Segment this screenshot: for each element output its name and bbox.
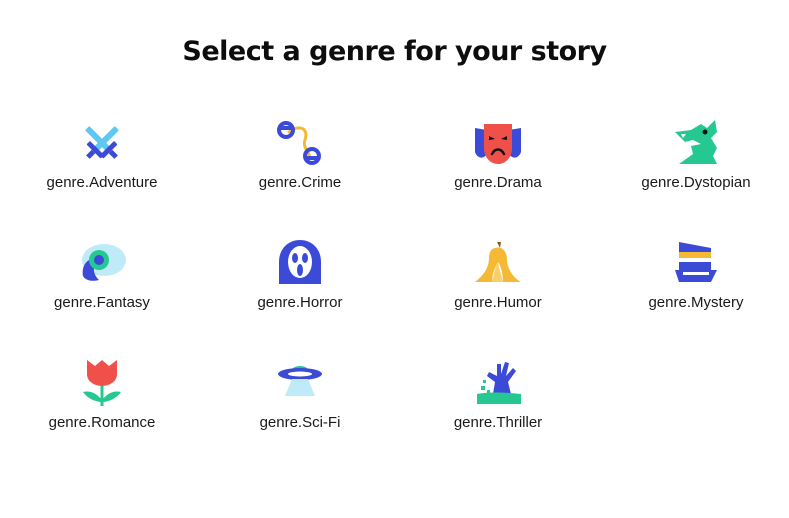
genre-option-thriller[interactable]: genre.Thriller xyxy=(418,358,578,446)
eye-orb-icon xyxy=(77,238,127,288)
page-title: Select a genre for your story xyxy=(182,36,607,67)
genre-option-dystopian[interactable]: genre.Dystopian xyxy=(616,118,776,206)
banana-peel-icon xyxy=(473,238,523,288)
genre-label: genre.Crime xyxy=(258,174,342,191)
dragon-head-icon xyxy=(671,118,721,168)
genre-label: genre.Adventure xyxy=(46,174,158,191)
zombie-hand-icon xyxy=(473,358,523,408)
genre-label: genre.Sci-Fi xyxy=(259,414,341,431)
genre-label: genre.Drama xyxy=(454,174,542,191)
genre-option-mystery[interactable]: genre.Mystery xyxy=(616,238,776,326)
genre-option-sci-fi[interactable]: genre.Sci-Fi xyxy=(220,358,380,446)
drama-mask-icon xyxy=(473,118,523,168)
genre-label: genre.Fantasy xyxy=(54,294,150,311)
genre-option-humor[interactable]: genre.Humor xyxy=(418,238,578,326)
ufo-icon xyxy=(275,358,325,408)
genre-label: genre.Romance xyxy=(48,414,156,431)
genre-option-fantasy[interactable]: genre.Fantasy xyxy=(22,238,182,326)
genre-label: genre.Thriller xyxy=(453,414,543,431)
genre-option-romance[interactable]: genre.Romance xyxy=(22,358,182,446)
genre-option-crime[interactable]: genre.Crime xyxy=(220,118,380,206)
genre-option-adventure[interactable]: genre.Adventure xyxy=(22,118,182,206)
genre-label: genre.Mystery xyxy=(648,294,744,311)
crossed-swords-icon xyxy=(77,118,127,168)
ghost-mask-icon xyxy=(275,238,325,288)
genre-option-drama[interactable]: genre.Drama xyxy=(418,118,578,206)
detective-hat-icon xyxy=(671,238,721,288)
genre-label: genre.Horror xyxy=(257,294,343,311)
genre-option-horror[interactable]: genre.Horror xyxy=(220,238,380,326)
genre-label: genre.Humor xyxy=(454,294,542,311)
genre-label: genre.Dystopian xyxy=(641,174,751,191)
rose-icon xyxy=(77,358,127,408)
handcuffs-icon xyxy=(275,118,325,168)
